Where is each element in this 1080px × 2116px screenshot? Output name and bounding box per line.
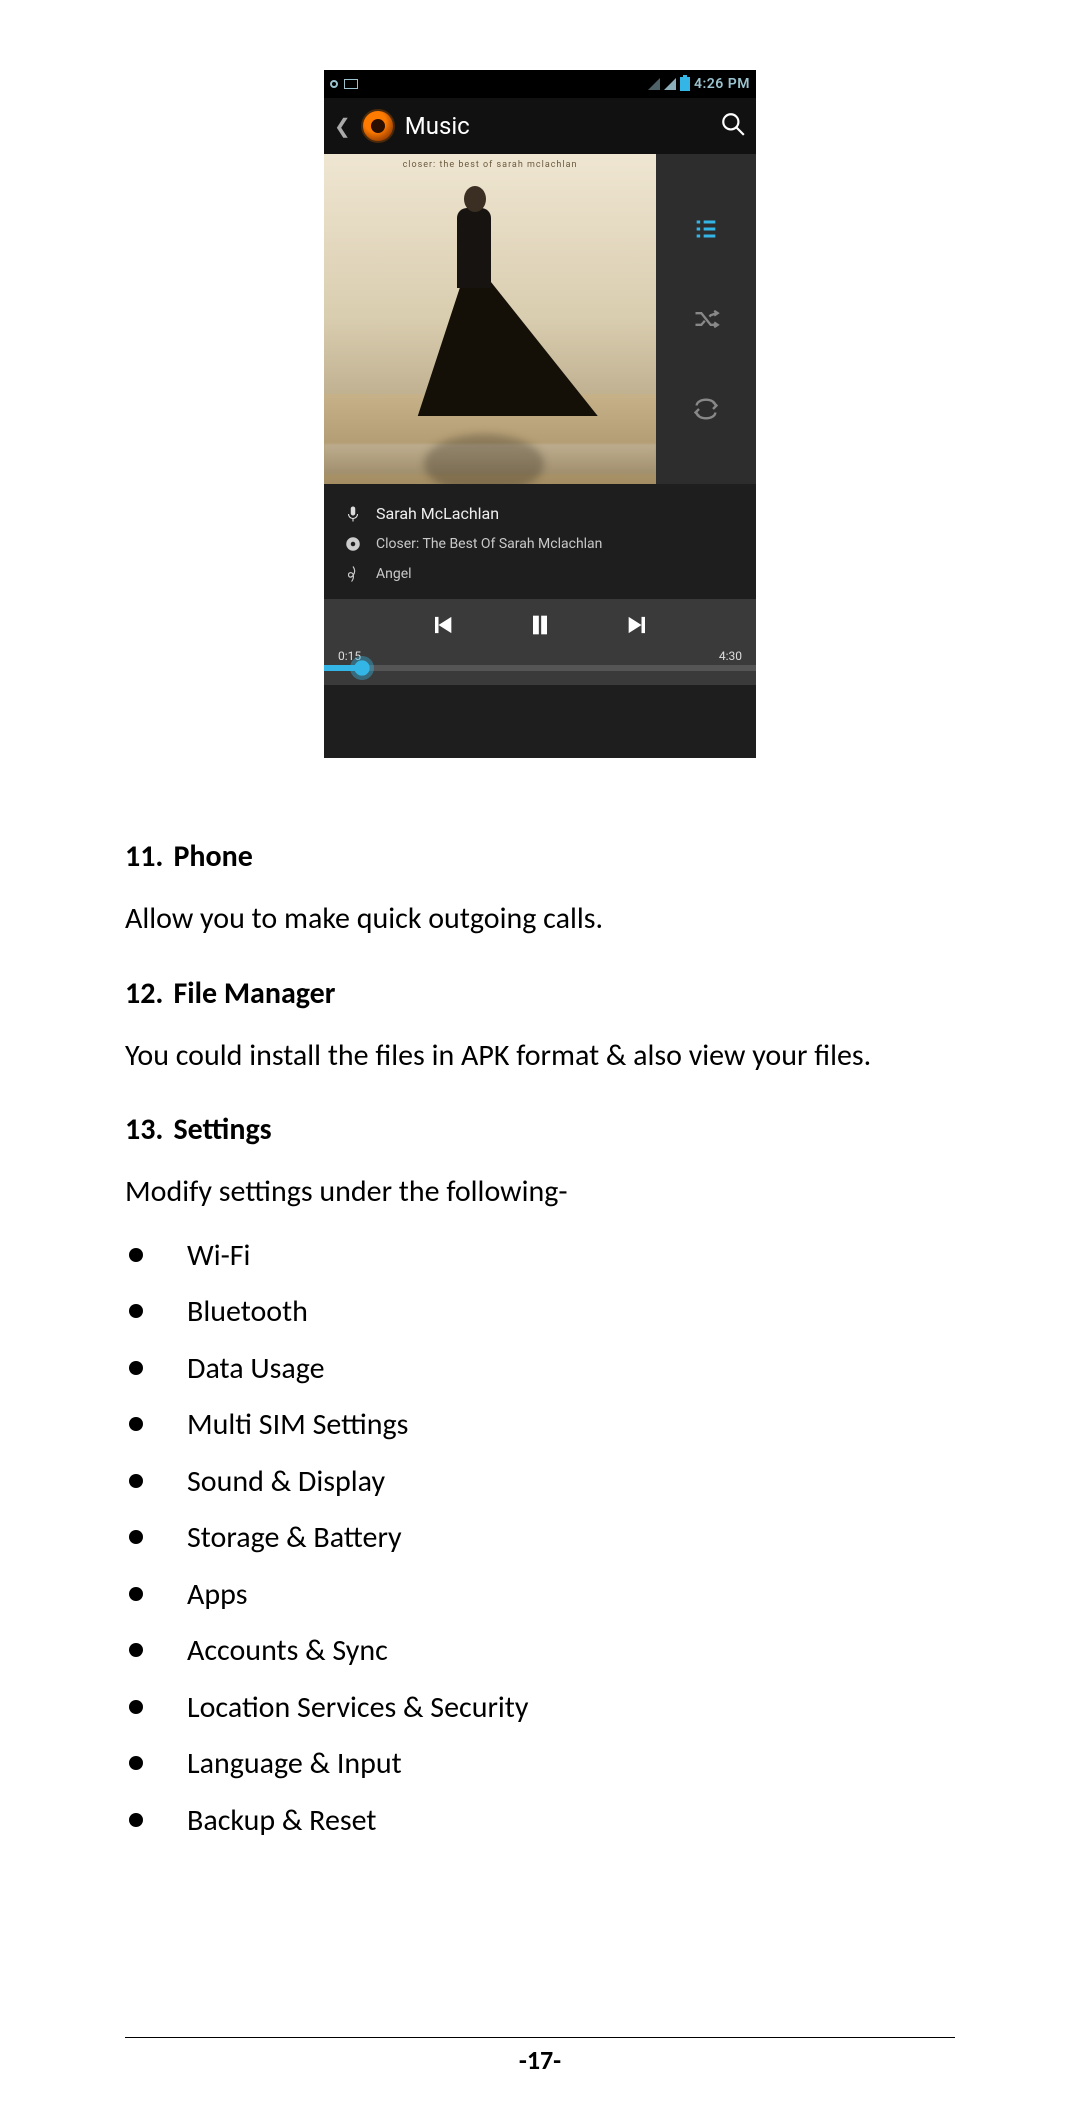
list-item-label: Language & Input	[187, 1744, 402, 1785]
list-item-label: Sound & Display	[187, 1462, 385, 1503]
bullet-icon	[129, 1361, 143, 1375]
bullet-icon	[129, 1530, 143, 1544]
section-number: 11.	[125, 838, 173, 875]
list-item-label: Storage & Battery	[187, 1518, 402, 1559]
bullet-icon	[129, 1248, 143, 1262]
list-item: Location Services & Security	[125, 1680, 955, 1737]
list-item: Multi SIM Settings	[125, 1397, 955, 1454]
section-file-manager: 12.File Manager You could install the fi…	[125, 975, 955, 1078]
section-number: 13.	[125, 1111, 173, 1148]
section-title: Settings	[173, 1111, 271, 1148]
playback-controls: 0:15 4:30	[324, 599, 756, 685]
list-item-label: Apps	[187, 1575, 247, 1616]
list-item-label: Location Services & Security	[187, 1688, 528, 1729]
music-app-screenshot: 4:26 PM ❮ Music closer: the best of sara…	[324, 70, 756, 758]
list-item-label: Backup & Reset	[187, 1801, 376, 1842]
status-mail-icon	[344, 79, 358, 89]
album-disc-icon	[342, 535, 364, 553]
section-body: Modify settings under the following-	[125, 1170, 955, 1214]
artist-mic-icon	[342, 505, 364, 523]
bullet-icon	[129, 1700, 143, 1714]
bullet-icon	[129, 1813, 143, 1827]
bullet-icon	[129, 1474, 143, 1488]
total-time: 4:30	[719, 649, 742, 663]
bullet-icon	[129, 1417, 143, 1431]
repeat-icon[interactable]	[689, 392, 723, 426]
list-item: Apps	[125, 1567, 955, 1624]
status-dot-icon	[330, 80, 338, 88]
signal-sim2-icon	[664, 78, 676, 90]
bullet-icon	[129, 1756, 143, 1770]
settings-list: Wi-Fi Bluetooth Data Usage Multi SIM Set…	[125, 1228, 955, 1850]
search-icon[interactable]	[720, 111, 746, 141]
back-icon[interactable]: ❮	[334, 114, 351, 138]
list-item: Backup & Reset	[125, 1793, 955, 1850]
section-settings: 13.Settings Modify settings under the fo…	[125, 1111, 955, 1849]
list-item: Wi-Fi	[125, 1228, 955, 1285]
section-title: File Manager	[173, 975, 335, 1012]
list-item-label: Accounts & Sync	[187, 1631, 388, 1672]
list-item: Language & Input	[125, 1736, 955, 1793]
list-item: Accounts & Sync	[125, 1623, 955, 1680]
app-bar: ❮ Music	[324, 98, 756, 154]
bullet-icon	[129, 1304, 143, 1318]
artist-name: Sarah McLachlan	[376, 504, 499, 523]
list-item-label: Data Usage	[187, 1349, 325, 1390]
music-app-logo-icon[interactable]	[361, 109, 395, 143]
section-heading: 13.Settings	[125, 1111, 955, 1148]
section-heading: 12.File Manager	[125, 975, 955, 1012]
list-item: Storage & Battery	[125, 1510, 955, 1567]
side-controls	[656, 154, 756, 484]
list-item-label: Wi-Fi	[187, 1236, 250, 1277]
bullet-icon	[129, 1587, 143, 1601]
track-clef-icon	[342, 565, 364, 583]
shuffle-icon[interactable]	[689, 302, 723, 336]
document-page: 4:26 PM ❮ Music closer: the best of sara…	[0, 0, 1080, 2116]
battery-icon	[680, 77, 690, 91]
queue-list-icon[interactable]	[689, 212, 723, 246]
section-phone: 11.Phone Allow you to make quick outgoin…	[125, 838, 955, 941]
album-art[interactable]: closer: the best of sarah mclachlan	[324, 154, 656, 484]
list-item: Bluetooth	[125, 1284, 955, 1341]
signal-sim1-icon	[648, 78, 660, 90]
section-body: Allow you to make quick outgoing calls.	[125, 897, 955, 941]
seek-bar[interactable]	[324, 665, 756, 671]
list-item: Sound & Display	[125, 1454, 955, 1511]
next-track-icon[interactable]	[624, 611, 652, 643]
album-art-caption: closer: the best of sarah mclachlan	[324, 160, 656, 170]
now-playing-area: closer: the best of sarah mclachlan	[324, 154, 756, 484]
section-heading: 11.Phone	[125, 838, 955, 875]
section-body: You could install the files in APK forma…	[125, 1034, 955, 1078]
track-name: Angel	[376, 566, 412, 582]
seek-thumb-icon[interactable]	[350, 656, 374, 680]
app-title: Music	[405, 112, 710, 140]
android-status-bar: 4:26 PM	[324, 70, 756, 98]
status-time: 4:26 PM	[694, 76, 750, 92]
list-item: Data Usage	[125, 1341, 955, 1398]
album-name: Closer: The Best Of Sarah Mclachlan	[376, 536, 602, 552]
page-number: -17-	[0, 2044, 1080, 2076]
footer-divider	[125, 2037, 955, 2038]
track-metadata: Sarah McLachlan Closer: The Best Of Sara…	[324, 484, 756, 599]
section-title: Phone	[173, 838, 252, 875]
list-item-label: Multi SIM Settings	[187, 1405, 408, 1446]
bullet-icon	[129, 1643, 143, 1657]
previous-track-icon[interactable]	[428, 611, 456, 643]
section-number: 12.	[125, 975, 173, 1012]
pause-icon[interactable]	[526, 611, 554, 643]
list-item-label: Bluetooth	[187, 1292, 308, 1333]
